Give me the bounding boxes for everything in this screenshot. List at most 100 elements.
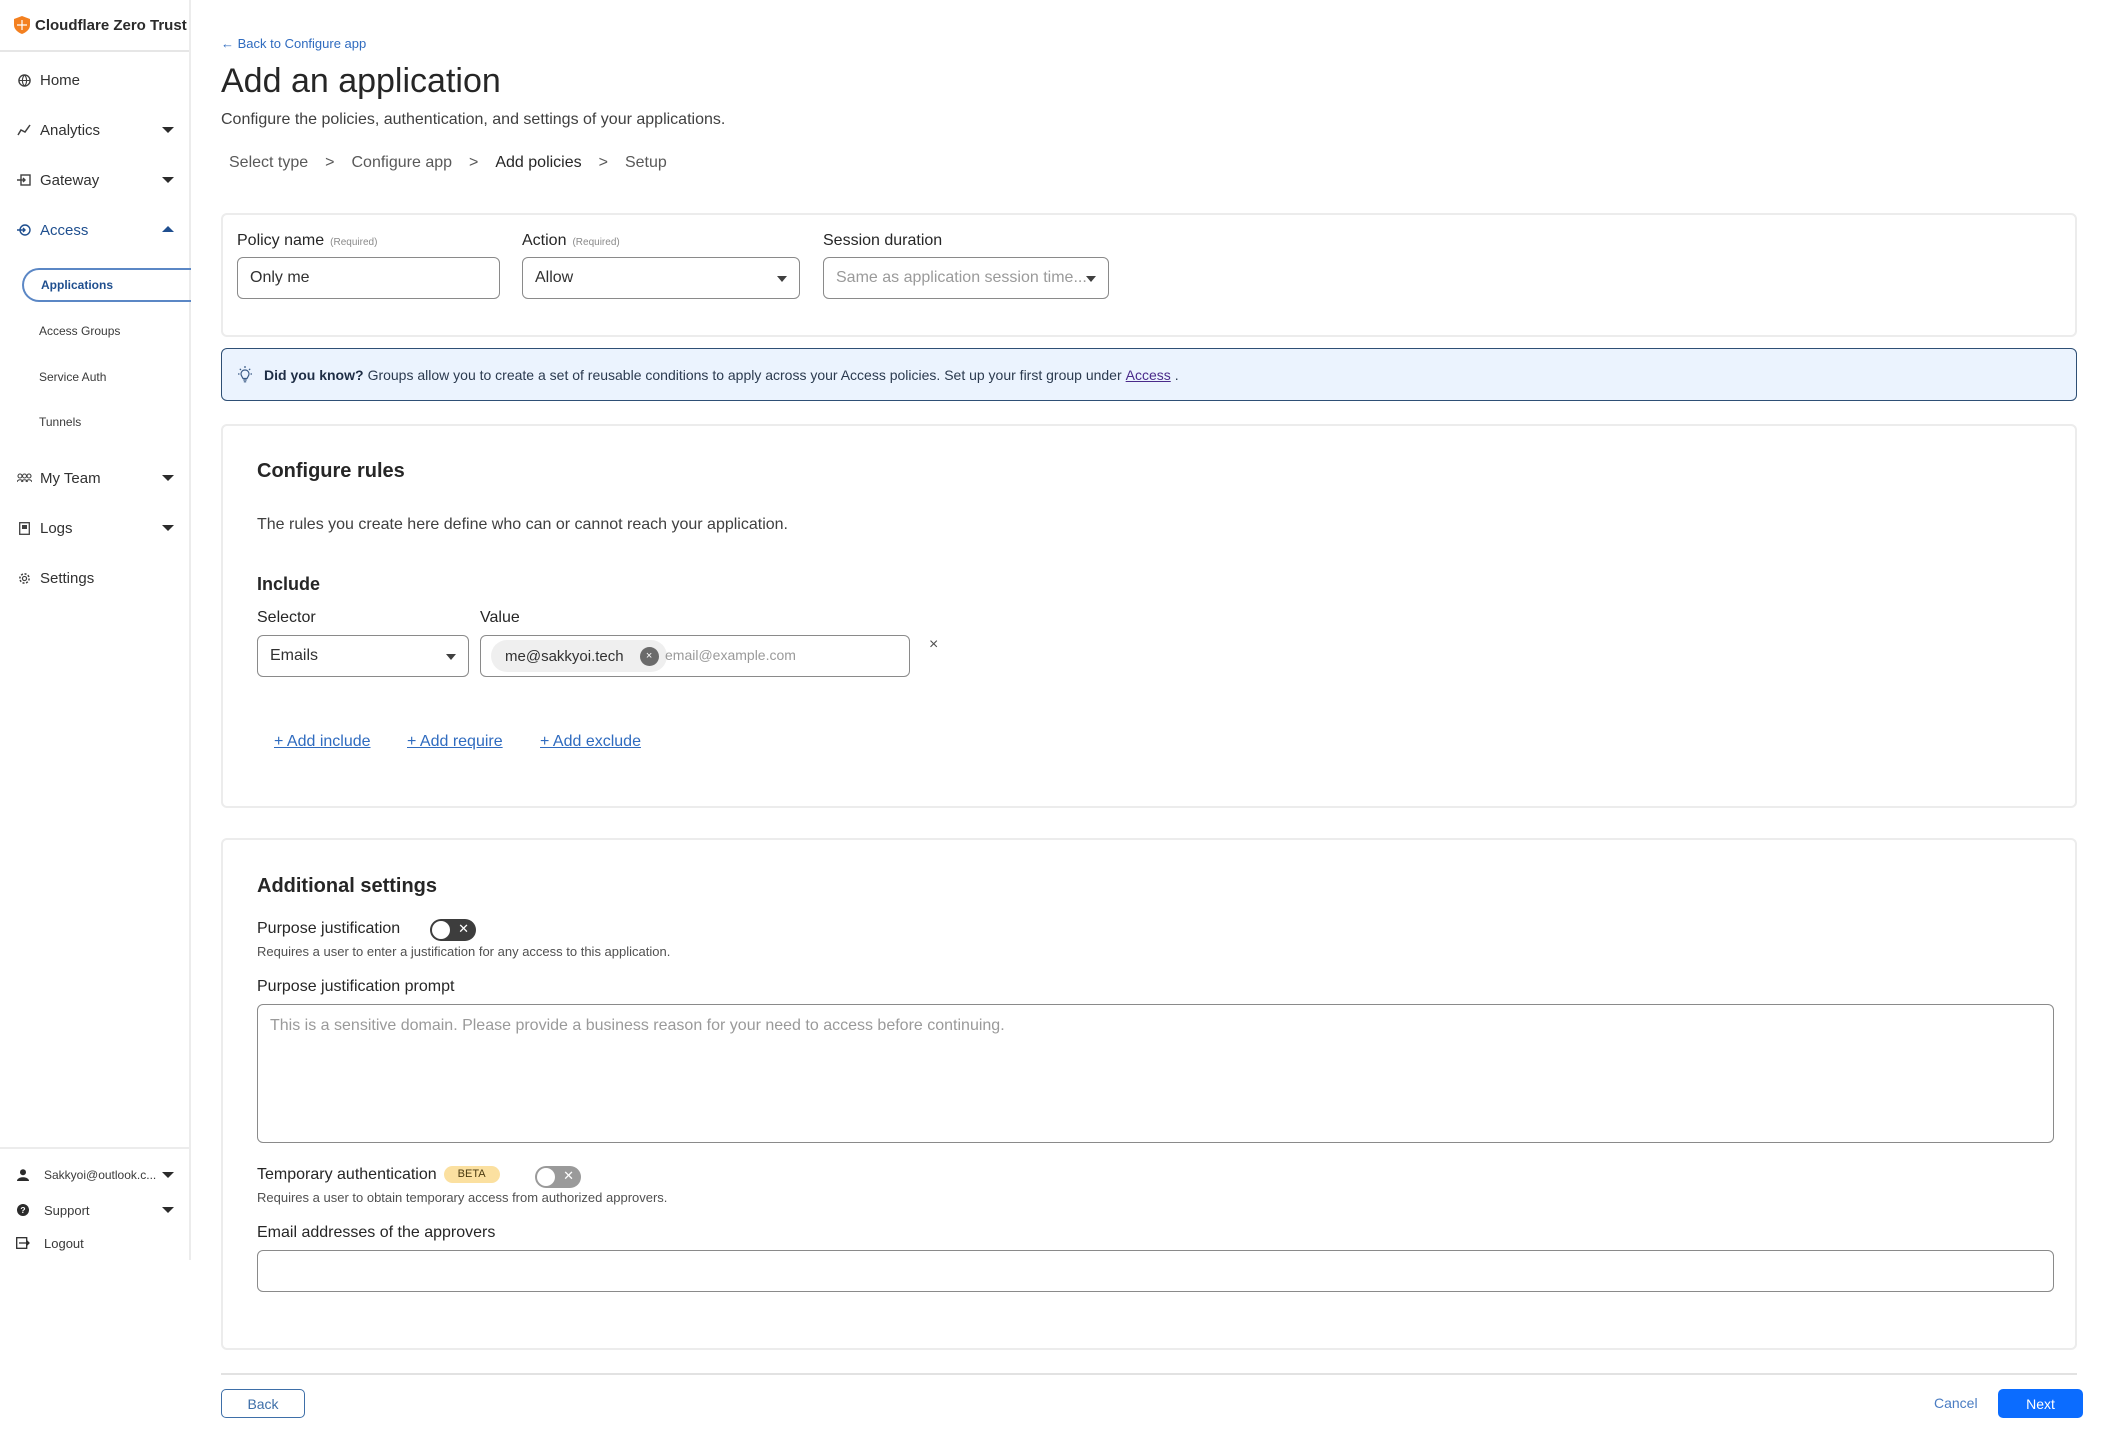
analytics-icon bbox=[16, 122, 32, 138]
policy-name-value: Only me bbox=[250, 269, 310, 286]
brand-header[interactable]: Cloudflare Zero Trust bbox=[0, 0, 189, 52]
next-button[interactable]: Next bbox=[1998, 1389, 2083, 1418]
action-value: Allow bbox=[535, 269, 574, 286]
sidebar-item-access[interactable]: Access bbox=[0, 215, 191, 245]
step-separator: > bbox=[325, 154, 335, 171]
dropdown-arrow-icon bbox=[1086, 276, 1096, 282]
sidebar-item-label: Access bbox=[40, 221, 89, 239]
chevron-down-icon[interactable] bbox=[162, 475, 174, 481]
policy-name-input[interactable]: Only me bbox=[237, 257, 500, 299]
purpose-justification-label: Purpose justification bbox=[257, 920, 401, 937]
sidebar-item-label: Settings bbox=[40, 569, 95, 587]
globe-icon bbox=[16, 72, 32, 88]
sidebar-item-settings[interactable]: Settings bbox=[0, 563, 191, 593]
configure-rules-title: Configure rules bbox=[257, 460, 405, 482]
policy-name-label-group: Policy name (Required) bbox=[237, 232, 377, 250]
selector-select[interactable]: Emails bbox=[257, 635, 469, 677]
chevron-down-icon[interactable] bbox=[162, 127, 174, 133]
session-duration-label: Session duration bbox=[823, 232, 943, 249]
toggle-knob bbox=[432, 921, 450, 939]
purpose-prompt-textarea[interactable]: This is a sensitive domain. Please provi… bbox=[257, 1004, 2054, 1143]
page-title: Add an application bbox=[221, 62, 501, 100]
step-setup[interactable]: Setup bbox=[625, 154, 667, 172]
access-link[interactable]: Access bbox=[1126, 367, 1171, 383]
email-chip-label: me@sakkyoi.tech bbox=[505, 647, 624, 665]
lightbulb-icon bbox=[238, 365, 252, 382]
toggle-off-icon: ✕ bbox=[563, 1168, 574, 1183]
sidebar-subitem-service-auth[interactable]: Service Auth bbox=[22, 360, 191, 394]
logout-label: Logout bbox=[44, 1235, 84, 1251]
add-require-link[interactable]: + Add require bbox=[407, 733, 503, 751]
selector-label: Selector bbox=[257, 609, 316, 626]
sidebar-item-label: Home bbox=[40, 71, 81, 89]
sidebar-subitem-tunnels[interactable]: Tunnels bbox=[22, 405, 191, 439]
did-you-know-banner: Did you know? Groups allow you to create… bbox=[221, 348, 2077, 401]
info-text: Groups allow you to create a set of reus… bbox=[367, 366, 1122, 383]
cancel-button[interactable]: Cancel bbox=[1934, 1395, 1978, 1411]
session-duration-placeholder: Same as application session time... bbox=[836, 269, 1087, 286]
sidebar-item-label: Logs bbox=[40, 519, 73, 537]
configure-rules-description: The rules you create here define who can… bbox=[257, 516, 788, 533]
sidebar-item-home[interactable]: Home bbox=[0, 65, 191, 95]
back-button[interactable]: Back bbox=[221, 1389, 305, 1418]
email-value-input[interactable]: me@sakkyoi.tech × email@example.com bbox=[480, 635, 910, 677]
chevron-up-icon[interactable] bbox=[162, 226, 174, 232]
sidebar-item-logs[interactable]: Logs bbox=[0, 513, 191, 543]
cloudflare-shield-icon bbox=[14, 16, 30, 34]
info-suffix: . bbox=[1174, 366, 1179, 383]
selector-value: Emails bbox=[270, 647, 319, 664]
step-separator: > bbox=[598, 154, 608, 171]
approvers-label: Email addresses of the approvers bbox=[257, 1224, 496, 1241]
add-exclude-link[interactable]: + Add exclude bbox=[540, 733, 641, 751]
account-menu[interactable]: Sakkyoi@outlook.c... bbox=[0, 1163, 191, 1187]
logout-icon bbox=[15, 1235, 31, 1251]
sidebar-item-my-team[interactable]: My Team bbox=[0, 463, 191, 493]
step-configure-app[interactable]: Configure app bbox=[352, 154, 453, 172]
additional-settings-card: Additional settings Purpose justificatio… bbox=[221, 838, 2077, 1350]
policy-card: Policy name (Required) Only me Action (Req… bbox=[221, 213, 2077, 337]
chevron-down-icon[interactable] bbox=[162, 1207, 174, 1213]
back-to-configure-link[interactable]: ← Back to Configure app bbox=[221, 36, 366, 51]
gear-icon bbox=[16, 570, 32, 586]
chevron-down-icon[interactable] bbox=[162, 1172, 174, 1178]
support-menu[interactable]: ? Support bbox=[0, 1198, 191, 1222]
logout-button[interactable]: Logout bbox=[0, 1231, 191, 1255]
sidebar-item-label: My Team bbox=[40, 469, 101, 487]
add-include-link[interactable]: + Add include bbox=[274, 733, 371, 751]
required-hint: (Required) bbox=[330, 237, 378, 248]
step-separator: > bbox=[469, 154, 479, 171]
temp-auth-label-group: Temporary authentication BETA bbox=[257, 1166, 500, 1184]
toggle-knob bbox=[537, 1168, 555, 1186]
purpose-prompt-placeholder: This is a sensitive domain. Please provi… bbox=[270, 1017, 1005, 1034]
remove-chip-icon[interactable]: × bbox=[639, 646, 659, 666]
info-title: Did you know? bbox=[264, 366, 364, 383]
wizard-steps: Select type > Configure app > Add polici… bbox=[229, 154, 667, 172]
sidebar-subitem-access-groups[interactable]: Access Groups bbox=[22, 314, 191, 348]
email-input-placeholder: email@example.com bbox=[665, 647, 796, 663]
toggle-off-icon: ✕ bbox=[458, 921, 469, 936]
approvers-email-input[interactable] bbox=[257, 1250, 2054, 1292]
gateway-icon bbox=[16, 172, 32, 188]
support-label: Support bbox=[44, 1202, 90, 1218]
value-label: Value bbox=[480, 609, 520, 626]
chevron-down-icon[interactable] bbox=[162, 525, 174, 531]
sidebar-subitem-applications[interactable]: Applications bbox=[22, 268, 191, 302]
temporary-authentication-label: Temporary authentication bbox=[257, 1166, 437, 1183]
step-select-type[interactable]: Select type bbox=[229, 154, 308, 172]
remove-rule-button[interactable]: × bbox=[929, 636, 938, 654]
sidebar: Cloudflare Zero Trust Home Analytics Gat… bbox=[0, 0, 191, 1260]
session-duration-select[interactable]: Same as application session time... bbox=[823, 257, 1109, 299]
purpose-justification-toggle[interactable]: ✕ bbox=[430, 919, 476, 941]
session-label-group: Session duration bbox=[823, 232, 942, 250]
sidebar-item-analytics[interactable]: Analytics bbox=[0, 115, 191, 145]
purpose-prompt-label: Purpose justification prompt bbox=[257, 978, 455, 995]
sidebar-item-label: Gateway bbox=[40, 171, 100, 189]
page-subtitle: Configure the policies, authentication, … bbox=[221, 111, 726, 128]
sidebar-item-gateway[interactable]: Gateway bbox=[0, 165, 191, 195]
action-select[interactable]: Allow bbox=[522, 257, 800, 299]
temporary-authentication-help: Requires a user to obtain temporary acce… bbox=[257, 1190, 668, 1205]
temporary-authentication-toggle[interactable]: ✕ bbox=[535, 1166, 581, 1188]
chevron-down-icon[interactable] bbox=[162, 177, 174, 183]
sidebar-footer-divider bbox=[0, 1147, 191, 1149]
dropdown-arrow-icon bbox=[777, 276, 787, 282]
